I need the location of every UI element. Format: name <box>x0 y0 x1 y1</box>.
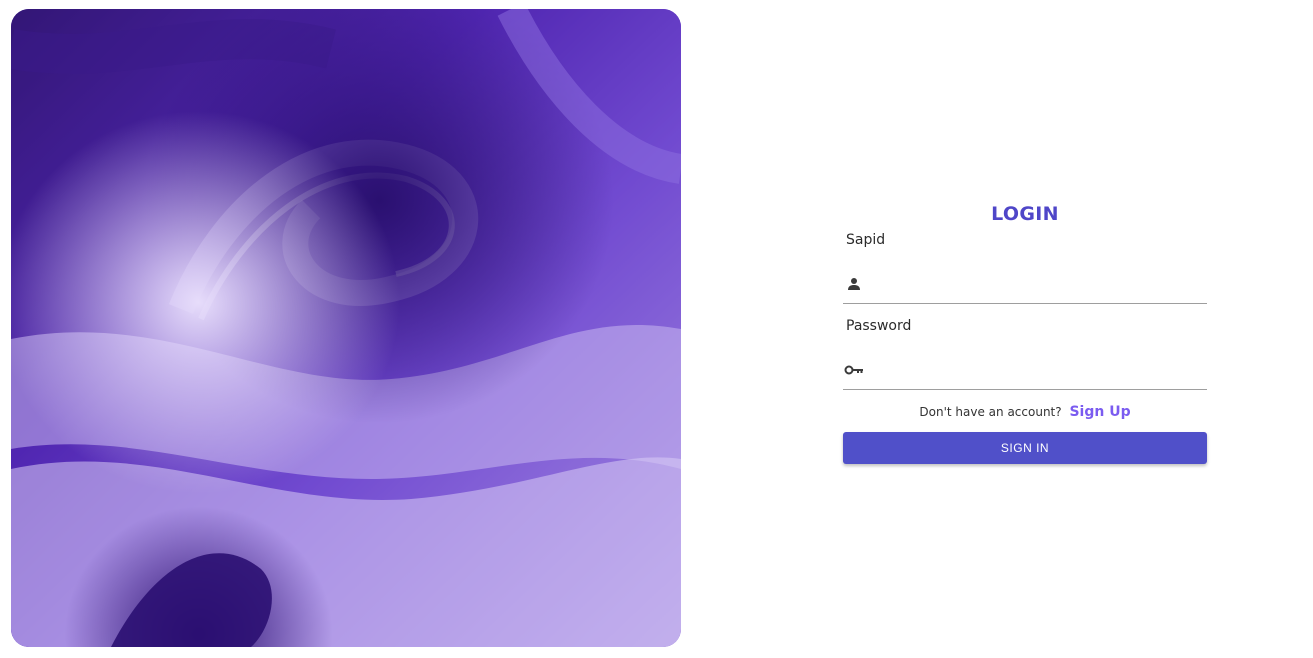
hero-image <box>11 9 681 647</box>
signup-prompt: Don't have an account? <box>919 405 1062 419</box>
login-page: LOGIN Sapid Password Don't have an accou… <box>0 0 1313 658</box>
password-field[interactable] <box>843 351 1207 390</box>
password-input[interactable] <box>865 354 1207 386</box>
signup-link[interactable]: Sign Up <box>1069 404 1130 420</box>
person-icon <box>843 273 865 295</box>
sapid-input[interactable] <box>865 268 1207 300</box>
login-form: LOGIN Sapid Password Don't have an accou… <box>843 198 1207 464</box>
abstract-swirl-image <box>11 9 681 647</box>
sapid-field[interactable] <box>843 265 1207 304</box>
login-title: LOGIN <box>991 203 1059 225</box>
signup-row: Don't have an account? Sign Up <box>843 403 1207 421</box>
password-label: Password <box>846 318 912 334</box>
key-icon <box>843 359 865 381</box>
sapid-label: Sapid <box>846 232 886 248</box>
signin-button[interactable]: SIGN IN <box>843 432 1207 464</box>
